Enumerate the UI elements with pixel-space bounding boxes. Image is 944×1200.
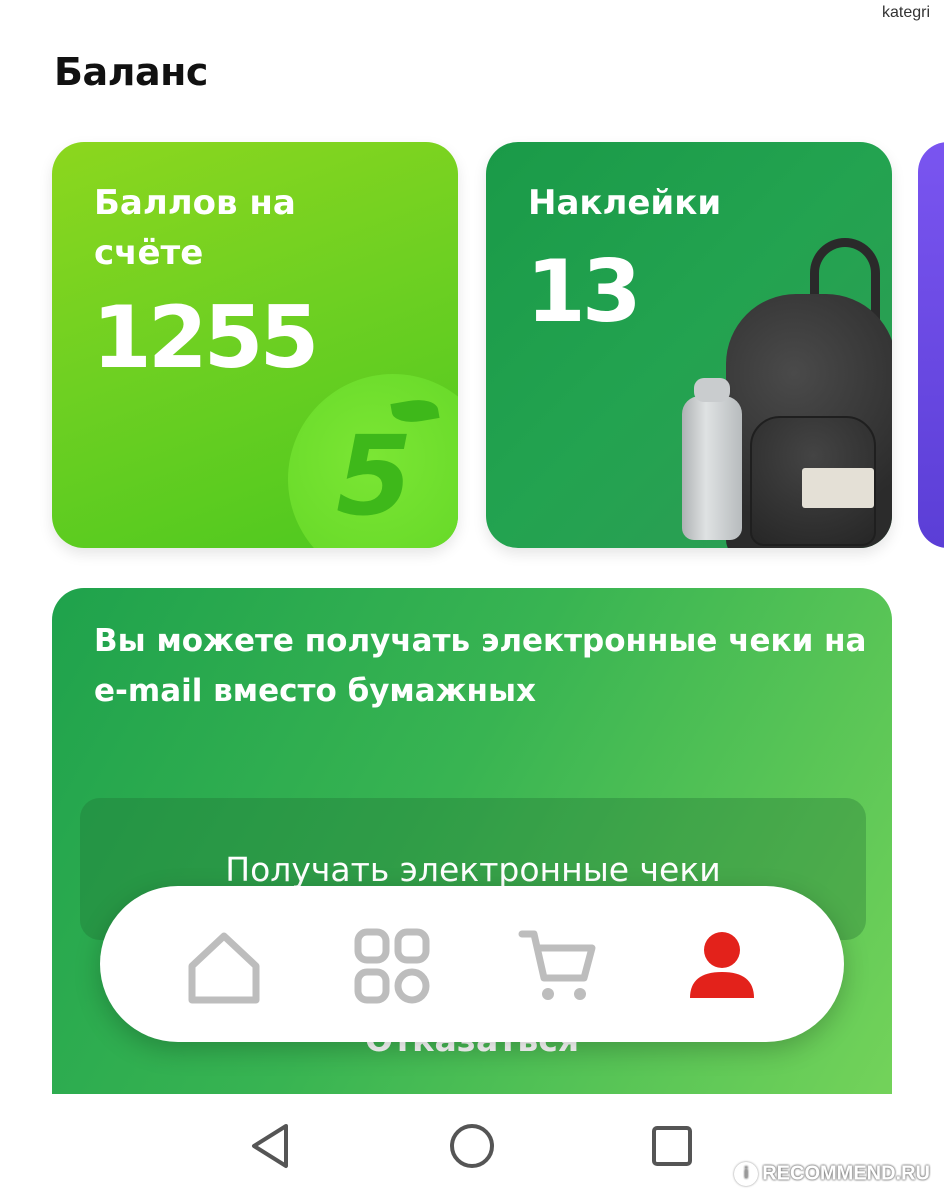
watermark-logo-icon: i — [734, 1162, 759, 1186]
watermark-top: kategri — [881, 4, 930, 21]
bottom-tab-bar — [100, 886, 844, 1042]
catalog-grid-icon[interactable] — [352, 926, 432, 1006]
bottle-image — [682, 378, 742, 540]
stickers-label: Наклейки — [528, 183, 722, 223]
promo-text: Вы можете получать электронные чеки на e… — [94, 623, 867, 709]
cart-icon[interactable] — [518, 926, 598, 1006]
watermark-bottom-text: RECOMMEND.RU — [762, 1162, 930, 1185]
get-e-receipts-label: Получать электронные чеки — [225, 850, 721, 889]
page-title: Баланс — [54, 50, 208, 94]
recents-icon[interactable] — [646, 1120, 698, 1172]
profile-icon[interactable] — [682, 926, 762, 1006]
points-balance-card[interactable]: Баллов на счёте 1255 5 — [52, 142, 458, 548]
points-label: Баллов на счёте — [94, 183, 296, 273]
pyaterochka-logo-icon: 5 — [288, 374, 458, 548]
back-icon[interactable] — [246, 1120, 298, 1172]
home-circle-icon[interactable] — [446, 1120, 498, 1172]
next-card-partial[interactable] — [918, 142, 944, 548]
points-value: 1255 — [92, 288, 319, 388]
watermark-bottom: i RECOMMEND.RU — [734, 1162, 930, 1186]
stickers-value: 13 — [526, 242, 642, 342]
stickers-card[interactable]: Наклейки 13 — [486, 142, 892, 548]
system-navigation-bar: i RECOMMEND.RU — [0, 1094, 944, 1200]
logo-five-glyph: 5 — [336, 412, 413, 540]
backpack-image — [726, 238, 892, 548]
home-icon[interactable] — [184, 926, 264, 1006]
